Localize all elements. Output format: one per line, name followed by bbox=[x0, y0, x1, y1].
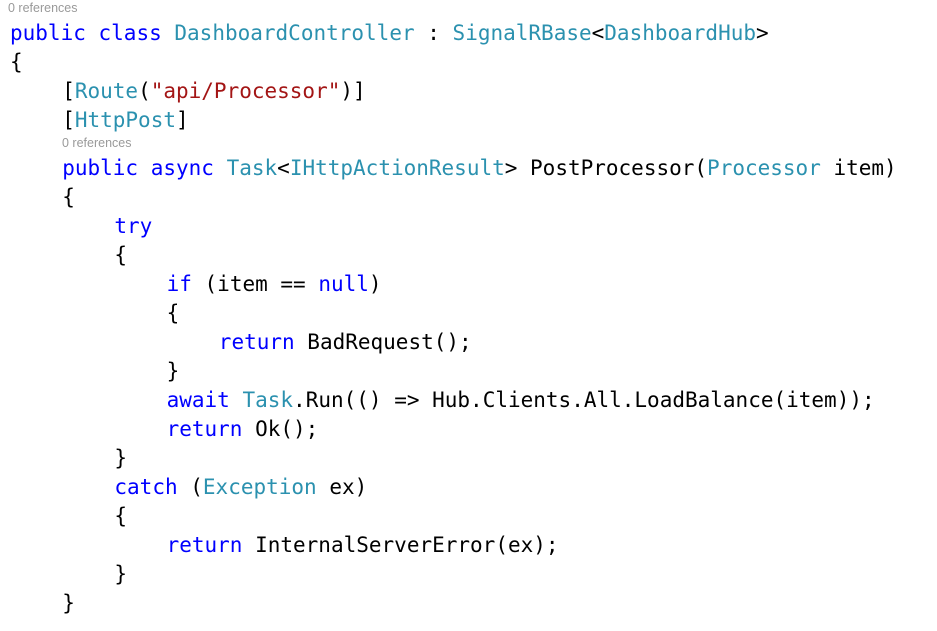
code-token-plain: } bbox=[114, 562, 128, 586]
code-token-kw: try bbox=[114, 214, 153, 238]
code-line[interactable]: } bbox=[167, 357, 180, 386]
code-line[interactable]: return Ok(); bbox=[167, 415, 319, 444]
code-line[interactable]: { bbox=[167, 299, 180, 328]
code-token-plain: item) bbox=[820, 156, 897, 180]
code-line[interactable]: public async Task<IHttpActionResult> Pos… bbox=[62, 154, 897, 183]
code-token-type: SignalRBase bbox=[452, 21, 592, 45]
code-token-type: DashboardController bbox=[174, 21, 415, 45]
code-token-kw: catch bbox=[114, 475, 178, 499]
code-token-plain: ( bbox=[177, 475, 203, 499]
code-token-plain: } bbox=[166, 359, 180, 383]
codelens-references[interactable]: 0 references bbox=[62, 136, 131, 151]
code-token-plain: > bbox=[756, 21, 769, 45]
code-token-kw: public bbox=[62, 156, 139, 180]
code-line[interactable]: { bbox=[10, 48, 23, 77]
code-line[interactable]: catch (Exception ex) bbox=[114, 473, 367, 502]
code-line[interactable]: return InternalServerError(ex); bbox=[167, 531, 559, 560]
code-token-str: "api/Processor" bbox=[150, 79, 341, 103]
code-line[interactable]: { bbox=[62, 183, 75, 212]
code-line[interactable]: return BadRequest(); bbox=[219, 328, 472, 357]
code-token-type: DashboardHub bbox=[604, 21, 756, 45]
code-token-type: Task bbox=[226, 156, 278, 180]
code-token-plain: < bbox=[591, 21, 605, 45]
code-token-kw: null bbox=[318, 272, 369, 296]
code-token-plain: BadRequest(); bbox=[294, 330, 472, 354]
code-token-plain: } bbox=[114, 446, 128, 470]
code-token-plain: InternalServerError(ex); bbox=[242, 533, 559, 557]
code-line[interactable]: [Route("api/Processor")] bbox=[62, 77, 365, 106]
code-line[interactable]: } bbox=[62, 589, 75, 618]
code-token-kw: class bbox=[98, 21, 162, 45]
code-token-type: HttpPost bbox=[74, 108, 176, 132]
code-line[interactable]: [HttpPost] bbox=[62, 106, 188, 135]
code-token-plain: [ bbox=[62, 108, 75, 132]
code-token-plain: { bbox=[10, 50, 23, 74]
code-token-kw: await bbox=[166, 388, 230, 412]
code-token-plain: { bbox=[166, 301, 180, 325]
code-line[interactable]: public class DashboardController : Signa… bbox=[10, 19, 769, 48]
code-token-plain: )] bbox=[340, 79, 366, 103]
code-token-kw: async bbox=[150, 156, 214, 180]
code-token-plain: } bbox=[62, 591, 75, 615]
code-line[interactable]: { bbox=[114, 241, 127, 270]
code-line[interactable]: } bbox=[114, 444, 127, 473]
code-token-type: Task bbox=[242, 388, 294, 412]
code-editor-surface[interactable]: 0 references 0 references public class Da… bbox=[0, 0, 937, 631]
code-token-type: Processor bbox=[707, 156, 821, 180]
code-token-plain: { bbox=[114, 504, 128, 528]
code-token-kw: return bbox=[166, 417, 243, 441]
code-token-plain: Ok(); bbox=[242, 417, 319, 441]
code-token-plain: { bbox=[62, 185, 75, 209]
code-token-kw: return bbox=[218, 330, 295, 354]
codelens-references[interactable]: 0 references bbox=[8, 1, 77, 16]
code-token-plain: .Run(() => Hub.Clients.All.LoadBalance(i… bbox=[293, 388, 875, 412]
code-token-kw: return bbox=[166, 533, 243, 557]
code-token-plain: { bbox=[114, 243, 128, 267]
code-line[interactable]: } bbox=[114, 560, 127, 589]
code-line[interactable]: { bbox=[114, 502, 127, 531]
code-token-plain: [ bbox=[62, 79, 75, 103]
code-token-kw: if bbox=[166, 272, 192, 296]
code-token-plain: < bbox=[277, 156, 290, 180]
code-token-plain: ] bbox=[176, 108, 189, 132]
code-token-type: Route bbox=[74, 79, 139, 103]
code-token-plain: ex) bbox=[316, 475, 368, 499]
code-line[interactable]: try bbox=[114, 212, 152, 241]
code-token-kw: public bbox=[10, 21, 86, 45]
code-token-plain: (item == bbox=[191, 272, 319, 296]
code-token-plain: ( bbox=[138, 79, 151, 103]
code-token-type: Exception bbox=[202, 475, 317, 499]
code-token-plain: : bbox=[414, 21, 453, 45]
code-token-type: IHttpActionResult bbox=[289, 156, 505, 180]
code-line[interactable]: if (item == null) bbox=[167, 270, 382, 299]
code-token-plain: ) bbox=[368, 272, 382, 296]
code-line[interactable]: await Task.Run(() => Hub.Clients.All.Loa… bbox=[167, 386, 875, 415]
code-token-plain: > PostProcessor( bbox=[504, 156, 708, 180]
